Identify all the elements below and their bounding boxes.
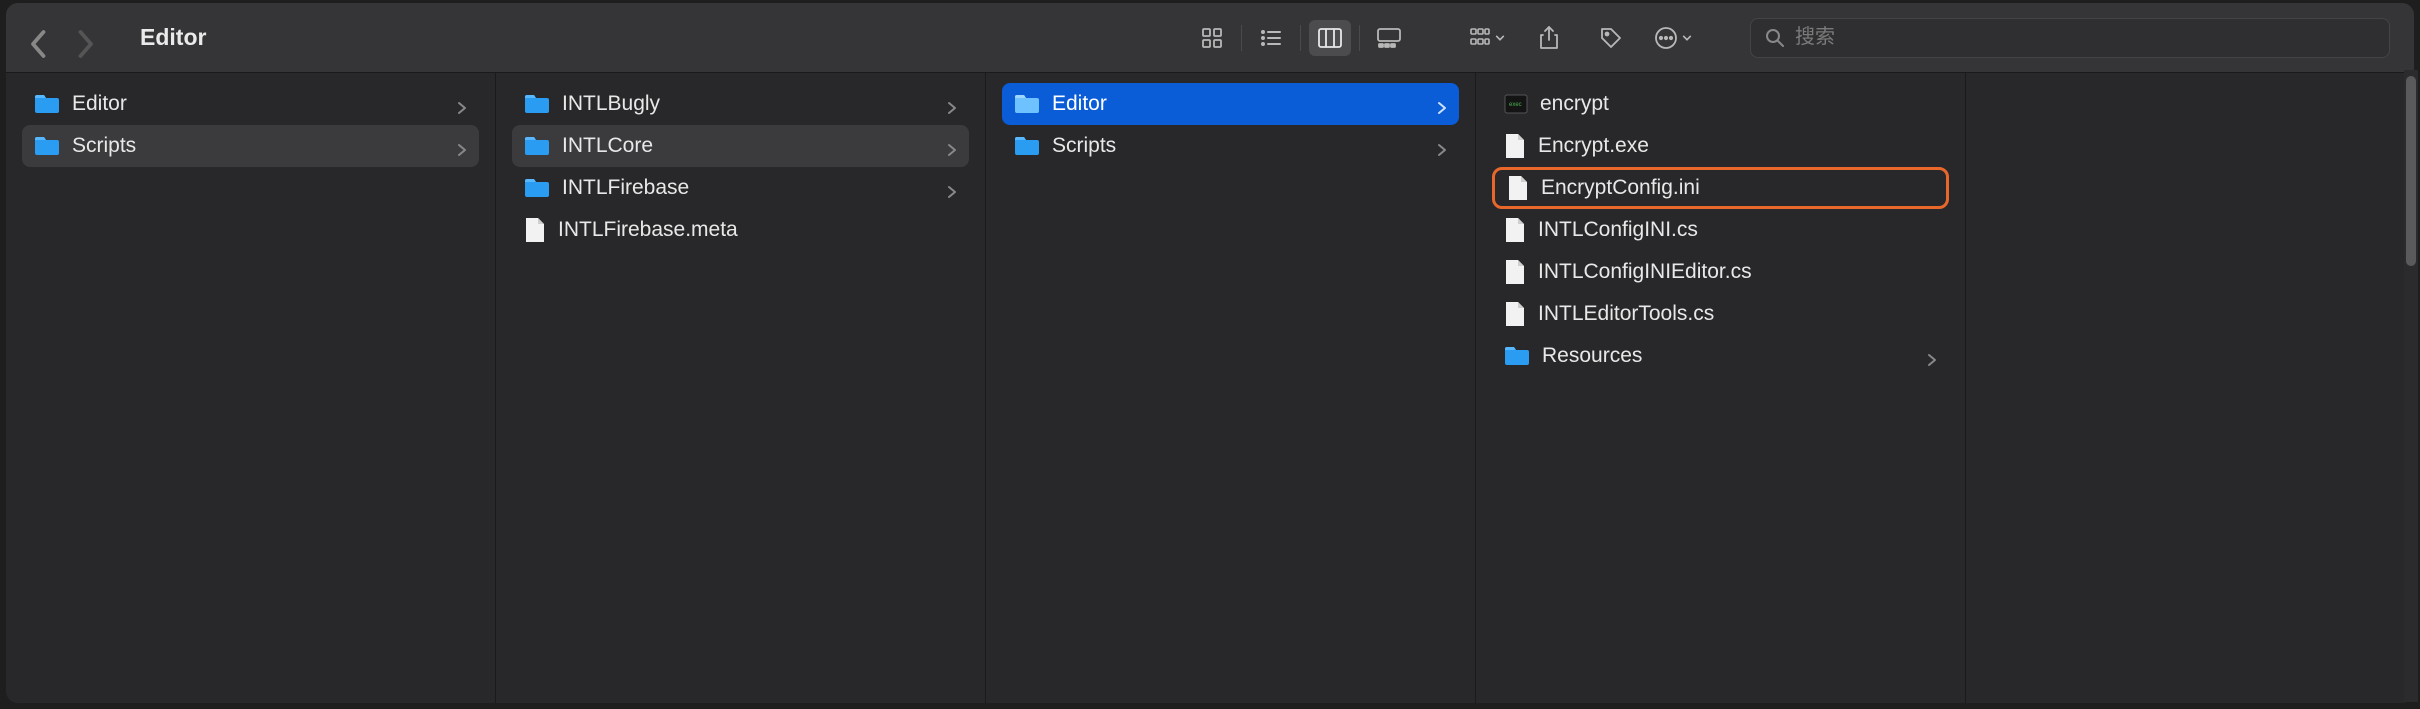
chevron-right-icon <box>1927 349 1937 363</box>
column-view-button[interactable] <box>1309 20 1351 56</box>
row-label: Scripts <box>1052 134 1425 158</box>
gallery-view-button[interactable] <box>1368 20 1410 56</box>
folder-icon <box>1014 94 1040 114</box>
folder-row[interactable]: INTLCore <box>512 125 969 167</box>
row-label: Encrypt.exe <box>1538 134 1937 158</box>
search-icon <box>1765 28 1785 48</box>
row-label: INTLConfigINI.cs <box>1538 218 1937 242</box>
row-label: INTLFirebase.meta <box>558 218 957 242</box>
file-row[interactable]: INTLConfigINIEditor.cs <box>1492 251 1949 293</box>
row-label: Scripts <box>72 134 445 158</box>
tags-button[interactable] <box>1592 20 1630 56</box>
icon-view-button[interactable] <box>1191 20 1233 56</box>
separator <box>1300 25 1301 51</box>
column-browser: Editor Scripts INTLBugly INTLCore INTLFireba… <box>6 73 2414 703</box>
file-row[interactable]: INTLConfigINI.cs <box>1492 209 1949 251</box>
column: Editor Scripts <box>986 73 1476 703</box>
separator <box>1359 25 1360 51</box>
share-button[interactable] <box>1530 20 1568 56</box>
back-button[interactable] <box>30 29 48 47</box>
file-icon <box>1504 217 1526 243</box>
separator <box>1241 25 1242 51</box>
file-icon <box>1504 259 1526 285</box>
folder-icon <box>34 94 60 114</box>
window-title: Editor <box>140 24 206 51</box>
chevron-right-icon <box>947 181 957 195</box>
nav-group: Editor <box>30 24 206 51</box>
row-label: Editor <box>72 92 445 116</box>
folder-row[interactable]: Scripts <box>1002 125 1459 167</box>
column: exec encrypt Encrypt.exe EncryptConfig.ini I… <box>1476 73 1966 703</box>
row-label: INTLEditorTools.cs <box>1538 302 1937 326</box>
group-by-button[interactable] <box>1468 20 1506 56</box>
folder-row[interactable]: Editor <box>22 83 479 125</box>
finder-window: Editor <box>6 3 2414 703</box>
column: INTLBugly INTLCore INTLFirebase INTLFirebas… <box>496 73 986 703</box>
row-label: Resources <box>1542 344 1915 368</box>
folder-icon <box>524 94 550 114</box>
folder-icon <box>524 136 550 156</box>
toolbar: Editor <box>6 3 2414 73</box>
svg-text:exec: exec <box>1509 102 1522 108</box>
row-label: INTLCore <box>562 134 935 158</box>
row-label: INTLFirebase <box>562 176 935 200</box>
scrollbar[interactable] <box>2404 70 2414 702</box>
file-icon <box>1507 175 1529 201</box>
folder-row[interactable]: Editor <box>1002 83 1459 125</box>
toolbar-actions <box>1468 20 1692 56</box>
chevron-right-icon <box>457 97 467 111</box>
search-box[interactable] <box>1750 18 2390 58</box>
folder-row[interactable]: Scripts <box>22 125 479 167</box>
forward-button[interactable] <box>76 29 94 47</box>
folder-icon <box>1014 136 1040 156</box>
folder-row[interactable]: INTLBugly <box>512 83 969 125</box>
file-row[interactable]: EncryptConfig.ini <box>1492 167 1949 209</box>
folder-row[interactable]: INTLFirebase <box>512 167 969 209</box>
row-label: encrypt <box>1540 92 1937 116</box>
folder-row[interactable]: Resources <box>1492 335 1949 377</box>
chevron-right-icon <box>947 97 957 111</box>
file-row[interactable]: exec encrypt <box>1492 83 1949 125</box>
file-row[interactable]: INTLFirebase.meta <box>512 209 969 251</box>
row-label: Editor <box>1052 92 1425 116</box>
view-controls <box>1191 20 1410 56</box>
folder-icon <box>1504 346 1530 366</box>
chevron-right-icon <box>457 139 467 153</box>
file-icon <box>1504 133 1526 159</box>
chevron-right-icon <box>1437 97 1447 111</box>
chevron-right-icon <box>1437 139 1447 153</box>
search-input[interactable] <box>1795 26 2375 49</box>
file-icon <box>1504 301 1526 327</box>
folder-icon <box>524 178 550 198</box>
file-row[interactable]: INTLEditorTools.cs <box>1492 293 1949 335</box>
row-label: INTLBugly <box>562 92 935 116</box>
folder-icon <box>34 136 60 156</box>
scrollbar-thumb[interactable] <box>2406 76 2414 266</box>
exec-icon: exec <box>1504 92 1528 116</box>
list-view-button[interactable] <box>1250 20 1292 56</box>
chevron-right-icon <box>947 139 957 153</box>
row-label: INTLConfigINIEditor.cs <box>1538 260 1937 284</box>
file-row[interactable]: Encrypt.exe <box>1492 125 1949 167</box>
file-icon <box>524 217 546 243</box>
row-label: EncryptConfig.ini <box>1541 176 1934 200</box>
column: Editor Scripts <box>6 73 496 703</box>
action-menu-button[interactable] <box>1654 20 1692 56</box>
